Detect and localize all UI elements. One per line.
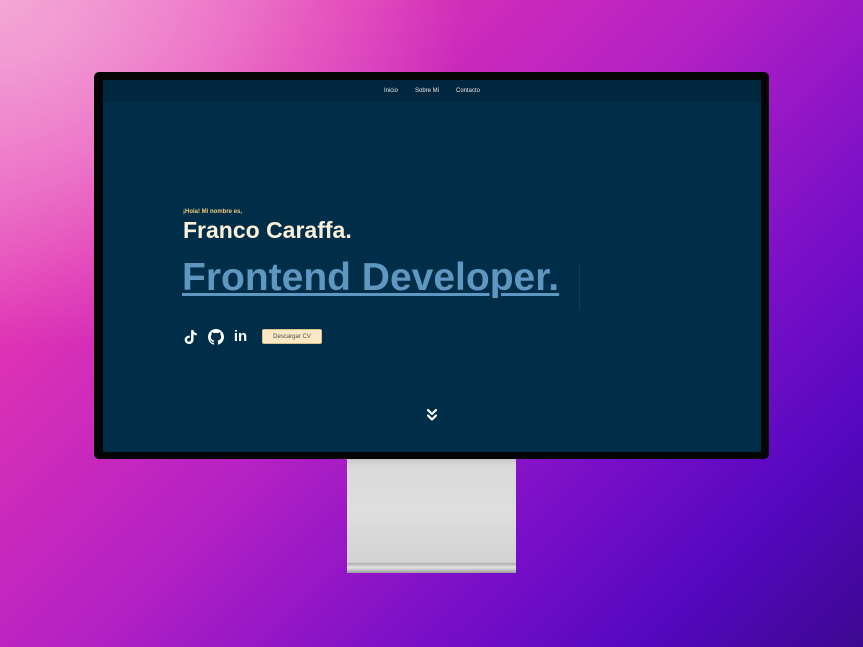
social-links: in [182,328,249,345]
download-cv-button[interactable]: Descargar CV [262,329,322,344]
top-navigation: Inicio Sobre Mi Contacto [103,80,761,102]
hero-greeting: ¡Hola! Mi nombre es, [183,209,243,215]
hero-name: Franco Caraffa. [183,217,352,243]
monitor-stand-base [347,563,516,573]
nav-link-sobre-mi[interactable]: Sobre Mi [415,88,439,94]
hero-role: Frontend Developer. [182,256,560,299]
double-chevron-down-icon[interactable] [425,407,439,423]
screen: Inicio Sobre Mi Contacto ¡Hola! Mi nombr… [103,80,761,452]
linkedin-icon[interactable]: in [232,328,249,345]
tiktok-icon[interactable] [182,328,199,345]
nav-link-contacto[interactable]: Contacto [456,88,480,94]
github-icon[interactable] [207,328,224,345]
monitor-stand [347,455,516,565]
typing-cursor [579,264,580,310]
nav-link-inicio[interactable]: Inicio [384,88,398,94]
